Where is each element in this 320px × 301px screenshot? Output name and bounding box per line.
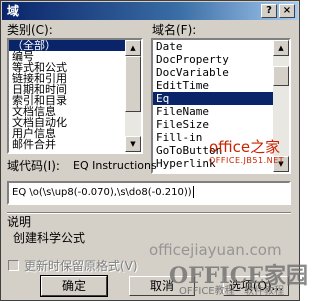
text-caret xyxy=(192,186,194,198)
dialog-title: 域 xyxy=(7,4,20,18)
field-name-item[interactable]: DocProperty xyxy=(153,53,273,66)
field-dialog: 域 ? × 类别(C): （全部） 编号 等式和公式 链接和引用 日期和时间 索引和目录文… xyxy=(0,0,308,301)
description-text: 创建科学公式 xyxy=(13,231,86,245)
category-item[interactable]: 邮件合并 xyxy=(9,139,125,150)
watermark-tagline: OFFICE教程 · 软件教程 xyxy=(179,286,285,297)
field-code-label: 域代码(I): xyxy=(7,159,60,173)
scroll-down-icon[interactable]: ▼ xyxy=(125,136,141,152)
categories-scrollbar[interactable]: ▲ ▼ xyxy=(125,40,141,152)
field-name-item[interactable]: FileSize xyxy=(153,118,273,131)
field-name-item[interactable]: Eq xyxy=(153,92,273,105)
field-name-item[interactable]: EditTime xyxy=(153,79,273,92)
categories-listbox[interactable]: （全部） 编号 等式和公式 链接和引用 日期和时间 索引和目录 文档信息 文档自动化 用户信息邮… xyxy=(7,38,143,154)
description-label: 说明 xyxy=(7,215,32,229)
watermark-site: officejiayuan.com xyxy=(149,241,282,259)
scroll-thumb[interactable] xyxy=(273,66,289,86)
title-bar: 域 ? × xyxy=(2,2,298,20)
watermark-office-url: OFFICE.JB51.NET xyxy=(209,156,285,165)
field-code-hint: EQ Instructions xyxy=(73,159,157,172)
preserve-format-label: 更新时保留原格式(V) xyxy=(24,259,138,273)
preserve-format-checkbox[interactable] xyxy=(8,260,19,271)
fields-label: 域名(F): xyxy=(152,23,197,37)
separator xyxy=(7,212,291,214)
help-icon[interactable]: ? xyxy=(261,4,277,18)
field-name-item[interactable]: Date xyxy=(153,40,273,53)
field-code-text: EQ \o(\s\up8(-0.070),\s\do8(-0.210)) xyxy=(12,187,192,198)
field-name-item[interactable]: FileName xyxy=(153,105,273,118)
ok-button[interactable]: 确定 xyxy=(40,275,108,297)
field-code-input[interactable]: EQ \o(\s\up8(-0.070),\s\do8(-0.210)) xyxy=(7,181,291,205)
field-name-item[interactable]: DocVariable xyxy=(153,66,273,79)
scroll-up-icon[interactable]: ▲ xyxy=(125,40,141,56)
close-icon[interactable]: × xyxy=(279,4,295,18)
scroll-up-icon[interactable]: ▲ xyxy=(273,40,289,56)
watermark-office-home: office之家 xyxy=(209,138,281,156)
scroll-thumb[interactable] xyxy=(125,56,141,112)
categories-list: （全部） 编号 等式和公式 链接和引用 日期和时间 索引和目录 文档信息 文档自动化 用户信息邮… xyxy=(9,40,125,150)
categories-label: 类别(C): xyxy=(7,23,53,37)
